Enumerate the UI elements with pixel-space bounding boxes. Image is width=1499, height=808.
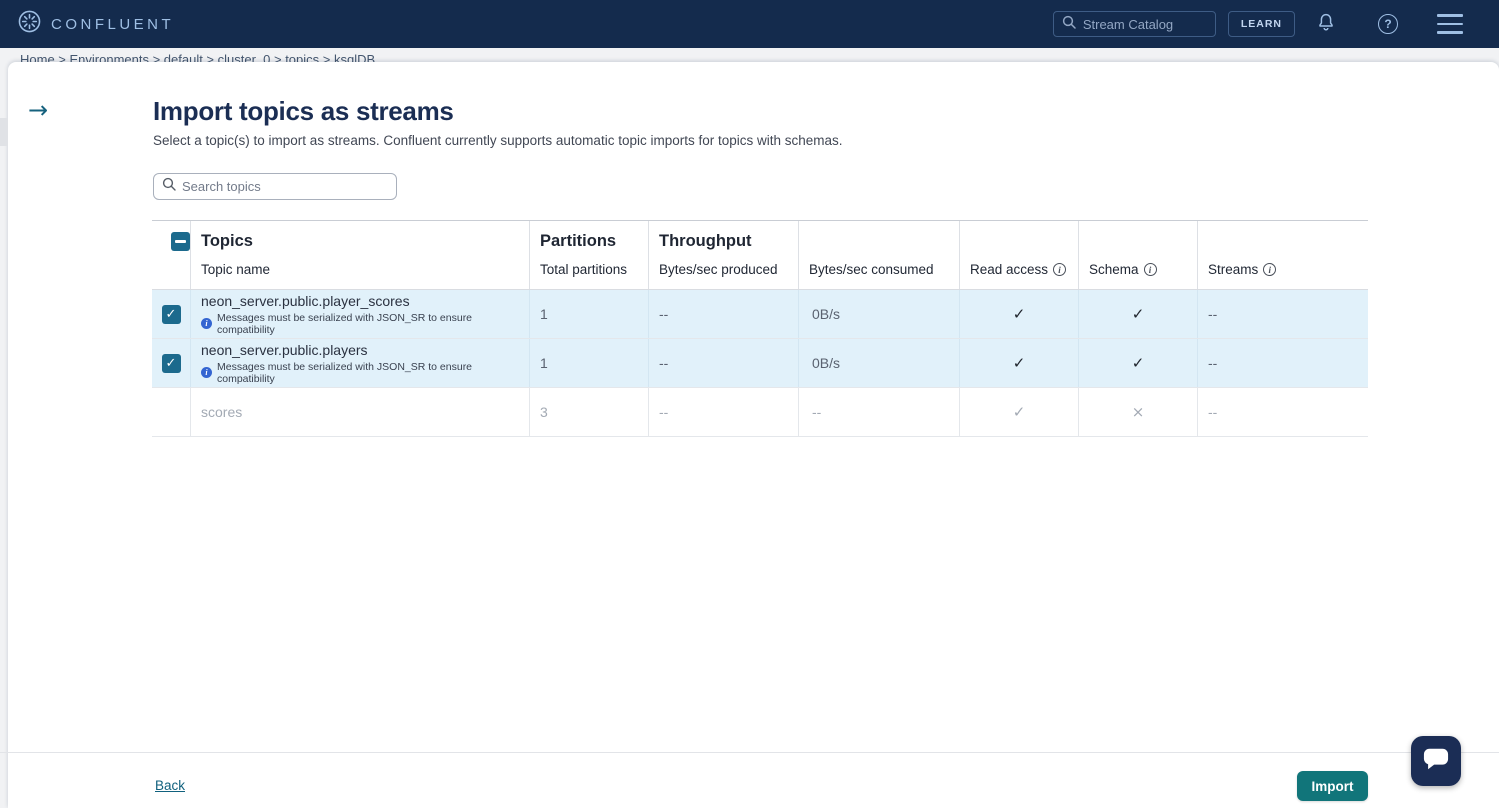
brand-name: CONFLUENT — [51, 16, 174, 33]
topic-note: i Messages must be serialized with JSON_… — [201, 361, 529, 385]
search-topics-input[interactable] — [182, 179, 372, 194]
topic-name: neon_server.public.player_scores — [201, 293, 410, 309]
table-row: scores 3 -- -- ✓ × -- — [152, 388, 1368, 437]
column-group-partitions: Partitions — [540, 232, 648, 251]
stream-catalog-search[interactable] — [1053, 11, 1216, 37]
hamburger-menu-icon — [1437, 14, 1463, 33]
info-icon: i — [201, 367, 212, 378]
read-access-check-icon: ✓ — [1013, 305, 1026, 323]
bytes-produced-value: -- — [659, 404, 668, 420]
column-header-bytes-consumed: Bytes/sec consumed — [809, 262, 959, 277]
select-all-checkbox[interactable] — [171, 232, 190, 251]
column-header-bytes-produced: Bytes/sec produced — [659, 262, 798, 277]
streams-value: -- — [1208, 306, 1217, 322]
bytes-produced-value: -- — [659, 355, 668, 371]
schema-cross-icon: × — [1132, 403, 1145, 421]
column-header-schema: Schema — [1089, 262, 1139, 277]
indeterminate-dash-icon — [175, 240, 186, 243]
column-header-total-partitions: Total partitions — [540, 262, 648, 277]
footer-divider — [0, 752, 1499, 753]
column-header-read-access: Read access — [970, 262, 1048, 277]
notifications-button[interactable] — [1295, 11, 1357, 38]
search-icon — [162, 177, 176, 196]
check-icon: ✓ — [166, 308, 177, 321]
info-icon[interactable]: i — [1144, 263, 1157, 276]
help-icon: ? — [1378, 14, 1398, 34]
confluent-logo-icon — [18, 10, 41, 38]
topic-name: scores — [201, 404, 242, 420]
info-icon[interactable]: i — [1053, 263, 1066, 276]
bytes-consumed-value: 0B/s — [812, 355, 840, 371]
topic-name: neon_server.public.players — [201, 342, 368, 358]
learn-button[interactable]: LEARN — [1228, 11, 1295, 37]
bell-icon — [1315, 11, 1337, 38]
total-partitions-value: 1 — [540, 355, 548, 371]
topic-note: i Messages must be serialized with JSON_… — [201, 312, 529, 336]
table-header-row: Topics Topic name Partitions Total parti… — [152, 220, 1368, 290]
import-button[interactable]: Import — [1297, 771, 1368, 801]
topics-table: Topics Topic name Partitions Total parti… — [152, 220, 1368, 437]
bytes-produced-value: -- — [659, 306, 668, 322]
help-button[interactable]: ? — [1357, 14, 1419, 34]
back-link[interactable]: Back — [155, 778, 185, 793]
info-icon: i — [201, 318, 212, 329]
chat-widget-button[interactable] — [1411, 736, 1461, 786]
search-topics-field[interactable] — [153, 173, 397, 200]
info-icon[interactable]: i — [1263, 263, 1276, 276]
column-group-throughput: Throughput — [659, 232, 798, 251]
row-checkbox[interactable]: ✓ — [162, 354, 181, 373]
collapse-panel-arrow-icon[interactable]: → — [28, 98, 48, 122]
search-icon — [1062, 15, 1076, 34]
read-access-check-icon: ✓ — [1013, 354, 1026, 372]
main-menu-button[interactable] — [1419, 14, 1481, 33]
table-row[interactable]: ✓ neon_server.public.players i Messages … — [152, 339, 1368, 388]
column-header-streams: Streams — [1208, 262, 1258, 277]
bytes-consumed-value: 0B/s — [812, 306, 840, 322]
total-partitions-value: 3 — [540, 404, 548, 420]
row-checkbox[interactable]: ✓ — [162, 305, 181, 324]
column-header-topic-name: Topic name — [201, 262, 529, 277]
total-partitions-value: 1 — [540, 306, 548, 322]
streams-value: -- — [1208, 355, 1217, 371]
table-row[interactable]: ✓ neon_server.public.player_scores i Mes… — [152, 290, 1368, 339]
streams-value: -- — [1208, 404, 1217, 420]
schema-check-icon: ✓ — [1132, 305, 1145, 323]
stream-catalog-input[interactable] — [1083, 17, 1193, 32]
page-title: Import topics as streams — [153, 96, 454, 127]
confluent-logo[interactable]: CONFLUENT — [18, 10, 174, 38]
check-icon: ✓ — [166, 357, 177, 370]
read-access-check-icon: ✓ — [1013, 403, 1026, 421]
page-subtitle: Select a topic(s) to import as streams. … — [153, 133, 843, 148]
schema-check-icon: ✓ — [1132, 354, 1145, 372]
chat-bubble-icon — [1422, 746, 1450, 777]
column-group-topics: Topics — [201, 232, 529, 251]
top-navbar: CONFLUENT LEARN ? — [0, 0, 1499, 48]
bytes-consumed-value: -- — [812, 404, 821, 420]
